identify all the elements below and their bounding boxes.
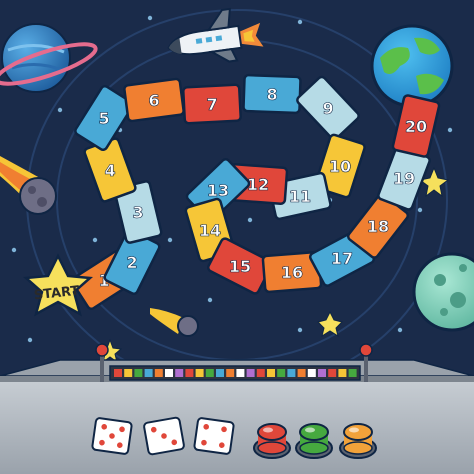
board-tile-number: 6 bbox=[148, 91, 159, 110]
board-tile-7[interactable]: 7 bbox=[182, 83, 242, 125]
green-button[interactable] bbox=[295, 423, 333, 459]
board-tile-number: 10 bbox=[329, 157, 351, 176]
board-tile-number: 14 bbox=[199, 221, 221, 240]
board-tile-8[interactable]: 8 bbox=[242, 73, 302, 115]
die-3[interactable] bbox=[193, 417, 235, 455]
console-buttons bbox=[253, 423, 377, 459]
board-tile-number: 2 bbox=[126, 253, 137, 272]
earth-planet-icon bbox=[370, 24, 454, 108]
board-tile-number: 4 bbox=[104, 161, 115, 180]
board-tile-number: 11 bbox=[289, 187, 311, 206]
board-tile-number: 18 bbox=[367, 217, 389, 236]
red-button[interactable] bbox=[253, 423, 291, 459]
board-tile-number: 7 bbox=[206, 95, 217, 114]
board-tile-number: 13 bbox=[207, 181, 229, 200]
dice-tray bbox=[91, 416, 235, 456]
board-tile-number: 20 bbox=[405, 117, 427, 136]
indicator-light-panel bbox=[109, 365, 361, 381]
board-tile-number: 9 bbox=[322, 99, 333, 118]
board-tile-number: 8 bbox=[266, 85, 277, 104]
die-1[interactable] bbox=[91, 417, 133, 455]
board-tile-number: 3 bbox=[132, 203, 143, 222]
die-2[interactable] bbox=[143, 416, 185, 456]
board-tile-6[interactable]: 6 bbox=[123, 77, 185, 123]
board-tile-number: 15 bbox=[229, 257, 251, 276]
board-tile-number: 19 bbox=[393, 169, 415, 188]
board-tile-number: 12 bbox=[247, 175, 269, 194]
board-tile-number: 5 bbox=[98, 109, 109, 128]
game-board-scene: 123456 789101112131415 1617181920 START bbox=[0, 0, 474, 474]
control-console bbox=[0, 343, 474, 474]
orange-button[interactable] bbox=[339, 423, 377, 459]
board-tile-number: 17 bbox=[331, 249, 353, 268]
board-tile-number: 16 bbox=[281, 263, 303, 282]
green-planet-icon bbox=[412, 252, 474, 332]
